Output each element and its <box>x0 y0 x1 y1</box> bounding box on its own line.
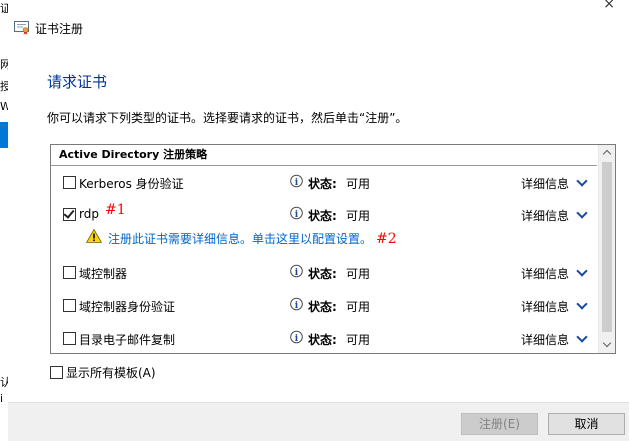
warning-icon <box>85 228 103 243</box>
chevron-down-icon[interactable] <box>576 265 588 277</box>
details-link[interactable]: 详细信息 <box>521 331 569 348</box>
status-value: 可用 <box>346 267 371 281</box>
status-label: 状态: <box>308 333 337 347</box>
enrollment-policy-header: Active Directory 注册策略 <box>59 148 208 161</box>
template-checkbox[interactable] <box>63 207 76 221</box>
annotation-mark-1: #1 <box>105 202 126 218</box>
chevron-down-icon[interactable] <box>576 175 588 187</box>
template-row-directory-email-replication[interactable]: 目录电子邮件复制 i 状态: 可用 详细信息 <box>51 328 597 350</box>
info-icon[interactable]: i <box>290 330 303 344</box>
vertical-scrollbar[interactable] <box>598 145 615 353</box>
template-name: 域控制器身份验证 <box>79 300 176 314</box>
page-description: 你可以请求下列类型的证书。选择要请求的证书，然后单击“注册”。 <box>47 111 408 125</box>
template-name: Kerberos 身份验证 <box>79 177 184 191</box>
info-icon[interactable]: i <box>290 174 303 188</box>
info-icon[interactable]: i <box>290 297 303 311</box>
chevron-down-icon[interactable] <box>576 207 588 219</box>
show-all-templates-label[interactable]: 显示所有模板(A) <box>66 364 156 381</box>
svg-text:i: i <box>295 210 299 220</box>
template-checkbox[interactable] <box>63 299 76 312</box>
certificate-template-list[interactable]: Active Directory 注册策略 Kerberos 身份验证 i 状态… <box>50 144 616 354</box>
background-selection-bar <box>0 122 8 148</box>
configure-settings-link[interactable]: 注册此证书需要详细信息。单击这里以配置设置。 <box>108 230 372 247</box>
certificate-enrollment-dialog: × 证书注册 请求证书 你可以请求下列类型的证书。选择要请求的证书，然后单击“注… <box>8 0 629 441</box>
template-row-kerberos[interactable]: Kerberos 身份验证 i 状态: 可用 详细信息 <box>51 172 597 194</box>
details-link[interactable]: 详细信息 <box>521 298 569 315</box>
certificate-icon <box>14 21 30 35</box>
svg-text:i: i <box>295 268 299 278</box>
annotation-mark-2: #2 <box>376 231 397 247</box>
register-button[interactable]: 注册(E) <box>461 413 538 435</box>
scrollbar-thumb[interactable] <box>602 162 612 332</box>
show-all-templates-checkbox[interactable] <box>50 366 63 379</box>
status-value: 可用 <box>346 177 371 191</box>
close-icon[interactable]: × <box>603 0 615 11</box>
page-heading: 请求证书 <box>47 73 108 91</box>
group-divider <box>51 165 597 166</box>
status-label: 状态: <box>308 267 337 281</box>
scroll-up-button[interactable] <box>599 145 615 161</box>
template-checkbox[interactable] <box>63 332 76 345</box>
background-fragment: i <box>0 392 4 405</box>
chevron-down-icon[interactable] <box>576 298 588 310</box>
status-label: 状态: <box>308 177 337 191</box>
svg-text:i: i <box>295 178 299 188</box>
checkmark-icon <box>63 207 75 219</box>
window-title: 证书注册 <box>35 21 84 36</box>
title-bar: 证书注册 <box>14 18 83 38</box>
chevron-down-icon[interactable] <box>576 331 588 343</box>
status-value: 可用 <box>346 333 371 347</box>
svg-text:i: i <box>295 301 299 311</box>
dialog-footer: 注册(E) 取消 <box>8 402 629 441</box>
template-name: 域控制器 <box>79 267 128 281</box>
template-row-domain-controller-auth[interactable]: 域控制器身份验证 i 状态: 可用 详细信息 <box>51 295 597 317</box>
details-link[interactable]: 详细信息 <box>521 265 569 282</box>
template-checkbox[interactable] <box>63 266 76 279</box>
chevron-up-icon <box>602 149 612 159</box>
chevron-down-icon <box>602 338 612 348</box>
status-value: 可用 <box>346 300 371 314</box>
status-label: 状态: <box>308 300 337 314</box>
template-name: 目录电子邮件复制 <box>79 333 176 347</box>
cancel-button[interactable]: 取消 <box>548 413 625 435</box>
template-name: rdp <box>79 207 99 221</box>
status-label: 状态: <box>308 209 337 223</box>
rdp-warning: 注册此证书需要详细信息。单击这里以配置设置。 #2 <box>85 228 486 247</box>
status-value: 可用 <box>346 209 371 223</box>
template-checkbox[interactable] <box>63 176 76 189</box>
info-icon[interactable]: i <box>290 206 303 220</box>
info-icon[interactable]: i <box>290 264 303 278</box>
details-link[interactable]: 详细信息 <box>521 207 569 224</box>
template-row-rdp[interactable]: rdp #1 i 状态: 可用 详细信息 <box>51 202 597 226</box>
details-link[interactable]: 详细信息 <box>521 175 569 192</box>
template-row-domain-controller[interactable]: 域控制器 i 状态: 可用 详细信息 <box>51 262 597 284</box>
scroll-down-button[interactable] <box>599 337 615 353</box>
svg-text:i: i <box>295 334 299 344</box>
